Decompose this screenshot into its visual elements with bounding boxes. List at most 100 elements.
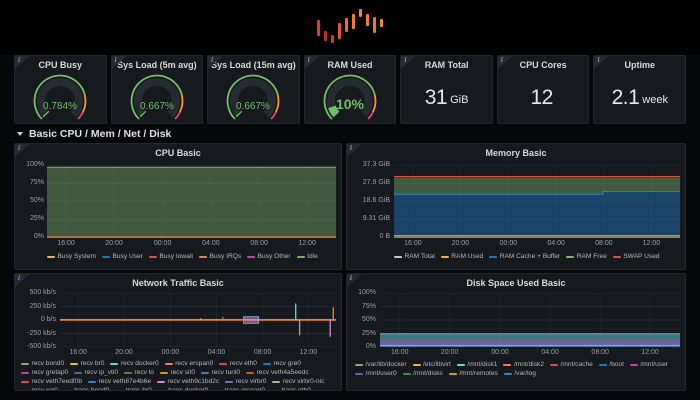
panel-info-corner[interactable]: i (15, 144, 30, 157)
panel-info-corner[interactable]: i (347, 274, 362, 287)
panel-info-corner[interactable]: i (498, 56, 513, 69)
legend-item[interactable]: /mnt/remotes (449, 370, 498, 378)
legend-label: recv virbr0-nic (283, 378, 324, 386)
legend-item[interactable]: /mnt/cache (550, 361, 593, 369)
legend-item[interactable]: /boot (599, 361, 624, 369)
legend-item[interactable]: /var/log (504, 370, 536, 378)
legend-item[interactable]: RAM Used (441, 253, 483, 261)
legend-item[interactable]: recv docker0 (110, 360, 158, 368)
legend-item[interactable]: /mnt/disk1 (457, 361, 498, 369)
legend-item[interactable]: trans erspan0 (214, 387, 265, 391)
legend-item[interactable]: recv virbr0-nic (272, 378, 324, 386)
legend-item[interactable]: RAM Cache + Buffer (489, 253, 560, 261)
legend-swatch (394, 256, 402, 258)
panel-info-corner[interactable]: i (347, 144, 362, 157)
x-tick: 12:00 (643, 240, 661, 247)
panel-info-corner[interactable]: i (15, 56, 30, 69)
panel-info-corner[interactable]: i (208, 56, 223, 69)
legend-swatch (489, 256, 497, 258)
legend-item[interactable]: SWAP Used (613, 253, 660, 261)
legend-item[interactable]: /var/lib/docker (355, 361, 407, 369)
gauge-value: 10% (336, 96, 365, 112)
panel-info-corner[interactable]: i (401, 56, 416, 69)
legend-item[interactable]: RAM Free (566, 253, 607, 261)
x-axis: 16:0020:0000:0004:0008:0012:00 (47, 240, 336, 249)
legend-item[interactable]: Busy User (102, 253, 143, 261)
legend-label: Busy Iowait (159, 253, 193, 261)
legend-item[interactable]: /mnt/disks (403, 370, 443, 378)
panel-disk-space-used-basic: i Disk Space Used Basic 100%75%50%25%0% … (346, 273, 686, 391)
legend-item[interactable]: recv sit0 (160, 369, 195, 377)
y-tick: 100% (351, 289, 376, 297)
y-tick: 18.6 GiB (349, 197, 390, 205)
legend-item[interactable]: Busy Iowait (149, 253, 193, 261)
legend-item[interactable]: /mnt/user0 (355, 370, 397, 378)
x-tick: 00:00 (491, 349, 509, 356)
stat-number: 31 (425, 86, 447, 110)
legend-item[interactable]: recv lo (124, 369, 154, 377)
legend-item[interactable]: RAM Total (394, 253, 435, 261)
info-icon: i (350, 274, 352, 282)
legend-label: Idle (307, 253, 318, 261)
legend-item[interactable]: recv veth7eedf0b (21, 378, 82, 386)
x-tick: 04:00 (202, 240, 220, 247)
gauge-canvas: 10% (306, 71, 394, 123)
legend-label: recv sit0 (170, 369, 195, 377)
info-icon: i (308, 56, 310, 64)
legend-item[interactable]: recv bond0 (21, 360, 64, 368)
stat-unit: week (642, 94, 668, 106)
legend-item[interactable]: trans bond0 (64, 387, 109, 391)
y-tick: 50% (17, 197, 44, 205)
legend-item[interactable]: Busy Other (247, 253, 290, 261)
panel-title[interactable]: CPU Basic (15, 144, 341, 158)
panel-info-corner[interactable]: i (15, 274, 30, 287)
info-icon: i (350, 144, 352, 152)
legend-item[interactable]: recv erspan0 (165, 360, 214, 368)
panel-info-corner[interactable]: i (594, 56, 609, 69)
legend-swatch (110, 363, 118, 365)
legend-item[interactable]: recv virbr0 (225, 378, 266, 386)
legend-item[interactable]: recv wg0 (21, 387, 58, 391)
panel-title[interactable]: Memory Basic (347, 144, 685, 158)
x-tick: 04:00 (541, 349, 559, 356)
legend-item[interactable]: Idle (297, 253, 318, 261)
legend-item[interactable]: trans docker0 (158, 387, 208, 391)
y-tick: 75% (351, 303, 376, 311)
info-icon: i (211, 56, 213, 64)
legend-item[interactable]: recv ip_vti0 (74, 369, 118, 377)
panel-title[interactable]: Disk Space Used Basic (347, 274, 685, 288)
x-tick: 08:00 (250, 240, 268, 247)
legend-item[interactable]: Busy System (47, 253, 96, 261)
legend-item[interactable]: trans eth0 (271, 387, 311, 391)
legend-label: /var/log (514, 370, 536, 378)
panel-info-corner[interactable]: i (305, 56, 320, 69)
legend-item[interactable]: recv tunl0 (201, 369, 240, 377)
legend-item[interactable]: Busy IRQs (199, 253, 241, 261)
legend-item[interactable]: recv veth87e4b6e (88, 378, 151, 386)
panel-title[interactable]: Network Traffic Basic (15, 274, 341, 288)
panel-info-corner[interactable]: i (112, 56, 127, 69)
legend-item[interactable]: recv veth4a5eedc (246, 369, 309, 377)
legend-item[interactable]: /etc/libvirt (413, 361, 451, 369)
legend-item[interactable]: recv gre0 (263, 360, 301, 368)
legend-item[interactable]: recv br0 (70, 360, 104, 368)
gauge-canvas: 0.667% (209, 71, 297, 123)
panel-cpu-cores: i CPU Cores 12 (497, 55, 590, 124)
legend-item[interactable]: recv eth0 (219, 360, 257, 368)
legend-item[interactable]: /mnt/disk2 (503, 361, 544, 369)
legend-swatch (64, 390, 72, 391)
legend-label: trans erspan0 (225, 387, 265, 391)
legend-item[interactable]: trans br0 (115, 387, 152, 391)
x-tick: 20:00 (105, 240, 123, 247)
legend-item[interactable]: recv veth9c1bd2c (157, 378, 219, 386)
legend-item[interactable]: recv gretap0 (21, 369, 68, 377)
top-band (0, 0, 700, 55)
legend-label: /mnt/user (640, 361, 667, 369)
legend-item[interactable]: /mnt/user (630, 361, 668, 369)
legend-swatch (246, 372, 254, 374)
charts-grid: i CPU Basic 100%75%50%25%0% 16:0020:0000… (14, 143, 686, 400)
legend-swatch (566, 256, 574, 258)
row-header-basic[interactable]: Basic CPU / Mem / Net / Disk (14, 125, 686, 143)
legend-label: trans br0 (126, 387, 152, 391)
legend-label: recv veth87e4b6e (99, 378, 151, 386)
